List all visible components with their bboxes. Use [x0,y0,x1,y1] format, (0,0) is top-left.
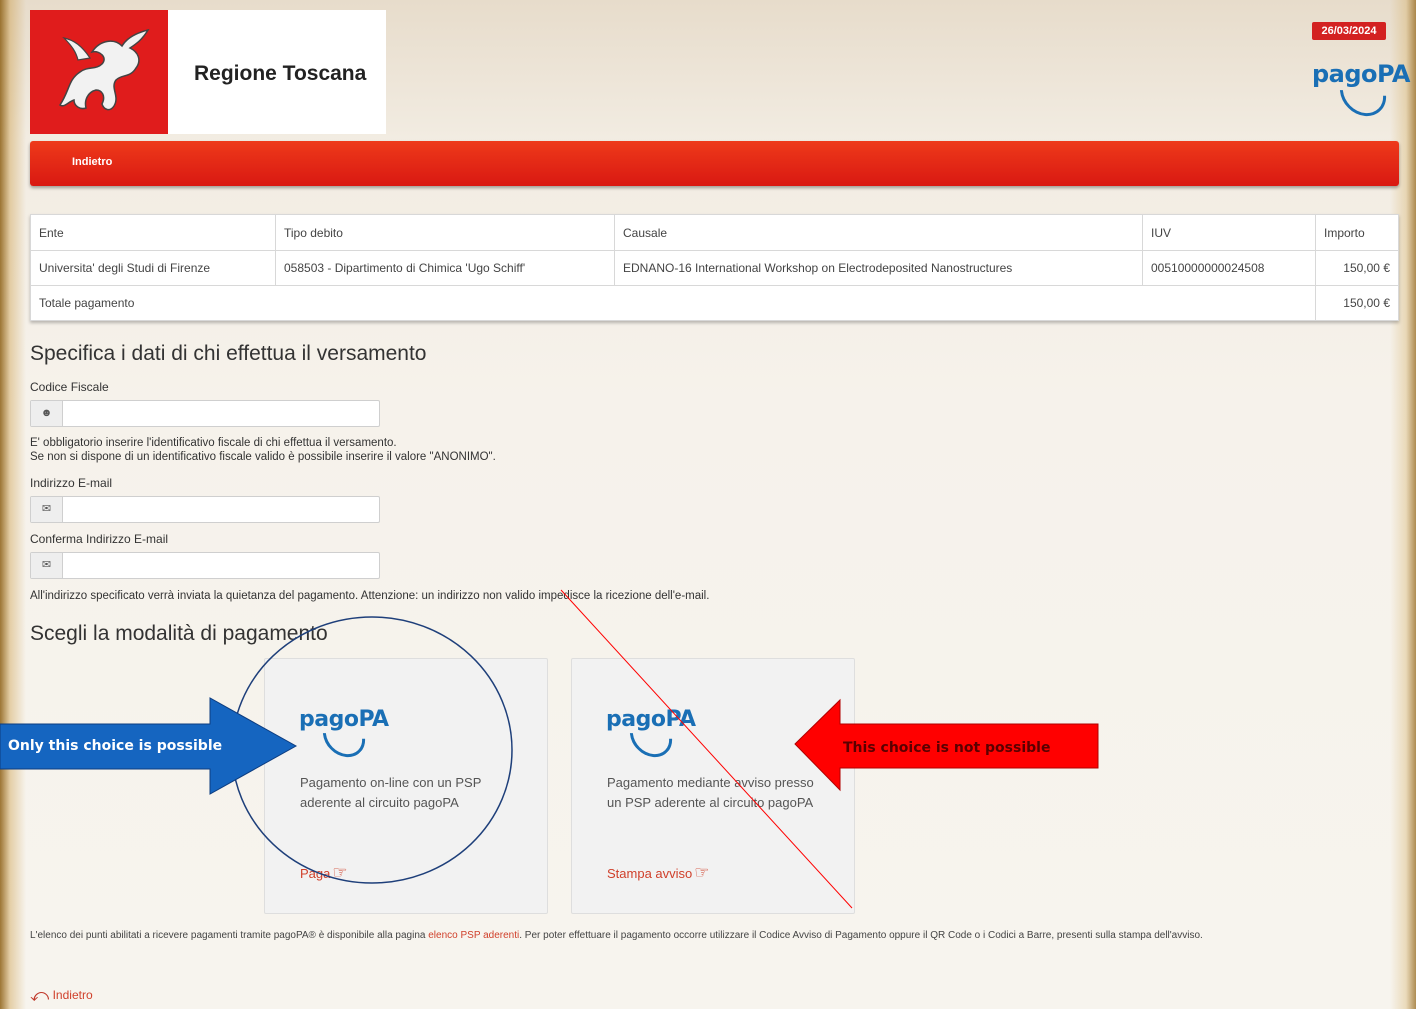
annotation-not-possible-text: This choice is not possible [843,740,1051,756]
annotation-overlay [0,589,1099,909]
annotation-possible-text: Only this choice is possible [8,738,223,754]
